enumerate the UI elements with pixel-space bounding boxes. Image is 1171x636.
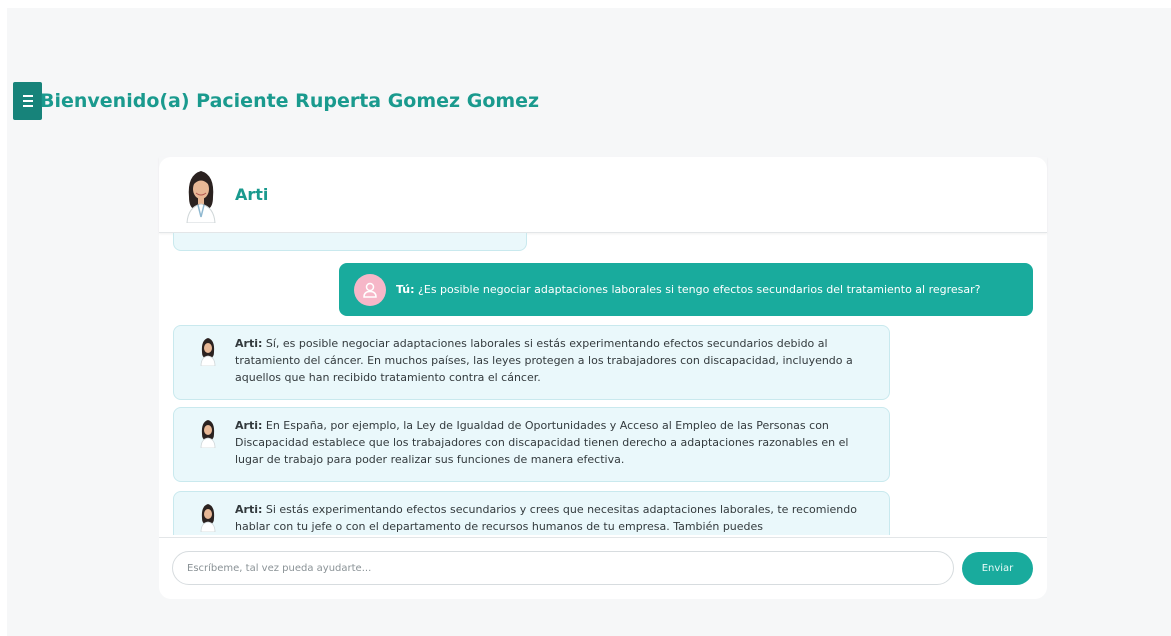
- user-message-text: Tú: ¿Es posible negociar adaptaciones la…: [396, 283, 981, 296]
- bot-message: Arti: Sí, es posible negociar adaptacion…: [173, 325, 890, 400]
- message-bubble-partial: [173, 233, 527, 251]
- message-sender: Arti:: [235, 419, 263, 432]
- doctor-avatar-icon: [200, 420, 216, 448]
- user-avatar-icon: [354, 273, 386, 306]
- message-text: Sí, es posible negociar adaptaciones lab…: [235, 337, 853, 384]
- message-list[interactable]: Tú: ¿Es posible negociar adaptaciones la…: [159, 233, 1047, 535]
- bot-message: Arti: En España, por ejemplo, la Ley de …: [173, 407, 890, 482]
- chat-panel: Arti Tú: ¿Es posible negociar adaptacion…: [159, 157, 1047, 599]
- welcome-title: Bienvenido(a) Paciente Ruperta Gomez Gom…: [40, 90, 540, 112]
- hamburger-menu-icon[interactable]: [13, 82, 42, 120]
- message-sender: Tú:: [396, 283, 415, 296]
- user-message: Tú: ¿Es posible negociar adaptaciones la…: [339, 263, 1033, 316]
- send-button[interactable]: Enviar: [962, 552, 1033, 585]
- doctor-avatar-icon: [186, 171, 216, 223]
- chat-bot-name: Arti: [235, 185, 269, 204]
- message-text: ¿Es posible negociar adaptaciones labora…: [414, 283, 981, 296]
- chat-input-row: Enviar: [159, 537, 1047, 600]
- message-sender: Arti:: [235, 503, 263, 516]
- chat-header: Arti: [159, 157, 1047, 233]
- message-text: En España, por ejemplo, la Ley de Iguald…: [235, 419, 849, 466]
- message-text: Si estás experimentando efectos secundar…: [235, 503, 857, 533]
- bot-message: Arti: Si estás experimentando efectos se…: [173, 491, 890, 535]
- doctor-avatar-icon: [200, 338, 216, 366]
- doctor-avatar-icon: [200, 504, 216, 532]
- chat-input[interactable]: [172, 551, 954, 585]
- message-sender: Arti:: [235, 337, 263, 350]
